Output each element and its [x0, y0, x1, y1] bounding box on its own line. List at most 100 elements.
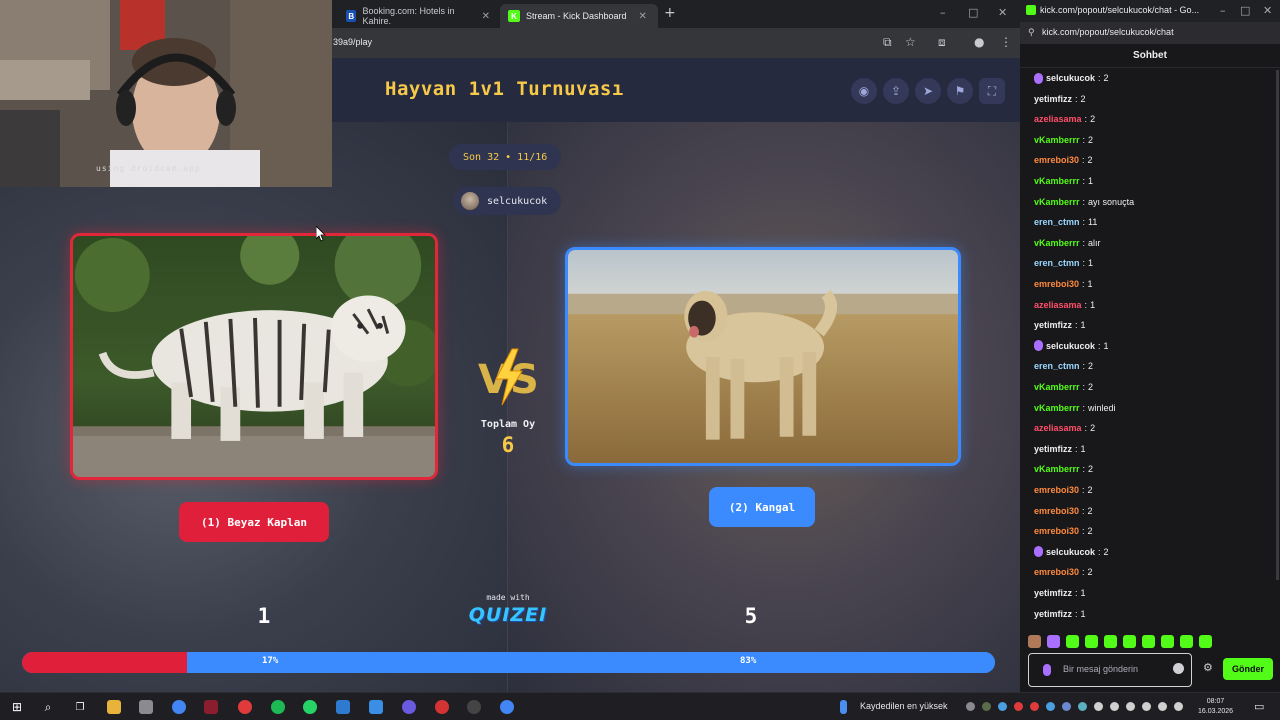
close-window-icon[interactable]: ✕ [1263, 4, 1272, 17]
chat-url[interactable]: kick.com/popout/selcukucok/chat [1042, 27, 1174, 37]
url-text[interactable]: 39a9/play [333, 37, 372, 47]
chat-username[interactable]: azeliasama [1034, 114, 1082, 124]
chat-username[interactable]: vKamberrr [1034, 176, 1080, 186]
chat-username[interactable]: eren_ctmn [1034, 217, 1080, 227]
recorder-icon[interactable] [238, 700, 252, 714]
emote-icon[interactable] [1123, 634, 1136, 648]
app-icon[interactable] [369, 700, 383, 714]
maximize-icon[interactable]: □ [1240, 4, 1250, 17]
chat-username[interactable]: emreboi30 [1034, 485, 1079, 495]
share-icon[interactable]: ⇪ [883, 78, 909, 104]
chat-username[interactable]: azeliasama [1034, 423, 1082, 433]
eye-icon[interactable]: ◉ [851, 78, 877, 104]
new-tab-icon[interactable]: + [664, 5, 676, 21]
minimize-icon[interactable]: – [1220, 4, 1226, 17]
tray-icon[interactable] [982, 702, 991, 711]
chat-username[interactable]: yetimfizz [1034, 588, 1072, 598]
notification-icon[interactable]: ▭ [1254, 700, 1264, 713]
chat-scrollbar[interactable] [1276, 70, 1279, 580]
tray-icon[interactable] [966, 702, 975, 711]
close-tab-icon[interactable]: ✕ [639, 11, 647, 22]
mic-icon[interactable] [1142, 702, 1151, 711]
extensions-icon[interactable]: ⧈ [938, 35, 946, 50]
emote-icon[interactable] [1085, 634, 1098, 648]
option-card-right[interactable] [565, 247, 961, 466]
menu-kebab-icon[interactable]: ⋮ [1000, 35, 1012, 49]
send-icon[interactable]: ➤ [915, 78, 941, 104]
store-icon[interactable] [139, 700, 153, 714]
chat-username[interactable]: emreboi30 [1034, 155, 1079, 165]
windows-start-icon[interactable]: ⊞ [10, 700, 24, 714]
tray-icon[interactable] [1046, 702, 1055, 711]
chat-username[interactable]: vKamberrr [1034, 135, 1080, 145]
volume-icon[interactable] [1174, 702, 1183, 711]
chat-username[interactable]: selcukucok [1046, 341, 1095, 351]
bluetooth-icon[interactable] [1126, 702, 1135, 711]
tray-icon[interactable] [998, 702, 1007, 711]
emote-icon[interactable] [1142, 634, 1155, 648]
weather-icon[interactable] [840, 700, 847, 714]
chat-username[interactable]: yetimfizz [1034, 94, 1072, 104]
chat-username[interactable]: emreboi30 [1034, 526, 1079, 536]
tray-icon[interactable] [1094, 702, 1103, 711]
emote-icon[interactable] [1161, 634, 1174, 648]
chat-username[interactable]: vKamberrr [1034, 403, 1080, 413]
tray-icon[interactable] [1062, 702, 1071, 711]
chrome-icon[interactable] [172, 700, 186, 714]
fullscreen-icon[interactable]: ⛶ [979, 78, 1005, 104]
chat-username[interactable]: emreboi30 [1034, 279, 1079, 289]
option-card-left[interactable] [70, 233, 438, 480]
whatsapp-icon[interactable] [303, 700, 317, 714]
app-icon[interactable] [467, 700, 481, 714]
close-tab-icon[interactable]: ✕ [482, 11, 490, 22]
chat-username[interactable]: eren_ctmn [1034, 258, 1080, 268]
chat-input[interactable]: Bir mesaj gönderin [1028, 653, 1192, 687]
chat-username[interactable]: selcukucok [1046, 73, 1095, 83]
spotify-icon[interactable] [271, 700, 285, 714]
chat-username[interactable]: selcukucok [1046, 547, 1095, 557]
app-icon[interactable] [204, 700, 218, 714]
vote-right-button[interactable]: (2) Kangal [709, 487, 815, 527]
taskbar-news-text[interactable]: Kaydedilen en yüksek [860, 701, 948, 711]
chrome-icon[interactable] [500, 700, 514, 714]
tray-icon[interactable] [1030, 702, 1039, 711]
chat-username[interactable]: azeliasama [1034, 300, 1082, 310]
chat-username[interactable]: eren_ctmn [1034, 361, 1080, 371]
translate-icon[interactable]: ⧉ [883, 35, 892, 50]
emote-icon[interactable] [1199, 634, 1212, 648]
vote-left-button[interactable]: (1) Beyaz Kaplan [179, 502, 329, 542]
site-settings-icon[interactable]: ⚲ [1028, 27, 1035, 38]
emote-icon[interactable] [1180, 634, 1193, 648]
chat-username[interactable]: yetimfizz [1034, 609, 1072, 619]
taskbar-clock[interactable]: 08:07 16.03.2026 [1198, 697, 1233, 717]
send-button[interactable]: Gönder [1223, 658, 1273, 680]
emote-icon[interactable] [1047, 634, 1060, 648]
flag-icon[interactable]: ⚑ [947, 78, 973, 104]
chat-address-bar[interactable]: ⚲ kick.com/popout/selcukucok/chat [1020, 22, 1280, 44]
quizei-logo[interactable]: QUIZEI [458, 604, 558, 626]
chat-username[interactable]: vKamberrr [1034, 464, 1080, 474]
tray-icon[interactable] [1078, 702, 1087, 711]
emote-icon[interactable] [1066, 634, 1079, 648]
search-icon[interactable]: ⌕ [41, 700, 55, 714]
tab-kick-dashboard[interactable]: K Stream - Kick Dashboard ✕ [500, 4, 658, 28]
chat-username[interactable]: yetimfizz [1034, 320, 1072, 330]
emote-icon[interactable] [1028, 634, 1041, 648]
task-view-icon[interactable]: ❐ [73, 700, 87, 714]
chat-username[interactable]: yetimfizz [1034, 444, 1072, 454]
tab-booking[interactable]: B Booking.com: Hotels in Kahire. ✕ [338, 4, 498, 28]
chat-username[interactable]: vKamberrr [1034, 197, 1080, 207]
close-window-icon[interactable]: ✕ [998, 6, 1007, 19]
minimize-icon[interactable]: – [940, 6, 946, 19]
tray-icon[interactable] [1014, 702, 1023, 711]
app-icon[interactable] [435, 700, 449, 714]
file-explorer-icon[interactable] [107, 700, 121, 714]
maximize-icon[interactable]: □ [968, 6, 978, 19]
chat-username[interactable]: emreboi30 [1034, 567, 1079, 577]
gear-icon[interactable]: ⚙ [1203, 661, 1213, 674]
app-icon[interactable] [336, 700, 350, 714]
app-icon[interactable] [402, 700, 416, 714]
emote-icon[interactable] [1104, 634, 1117, 648]
chat-username[interactable]: emreboi30 [1034, 506, 1079, 516]
network-icon[interactable] [1158, 702, 1167, 711]
